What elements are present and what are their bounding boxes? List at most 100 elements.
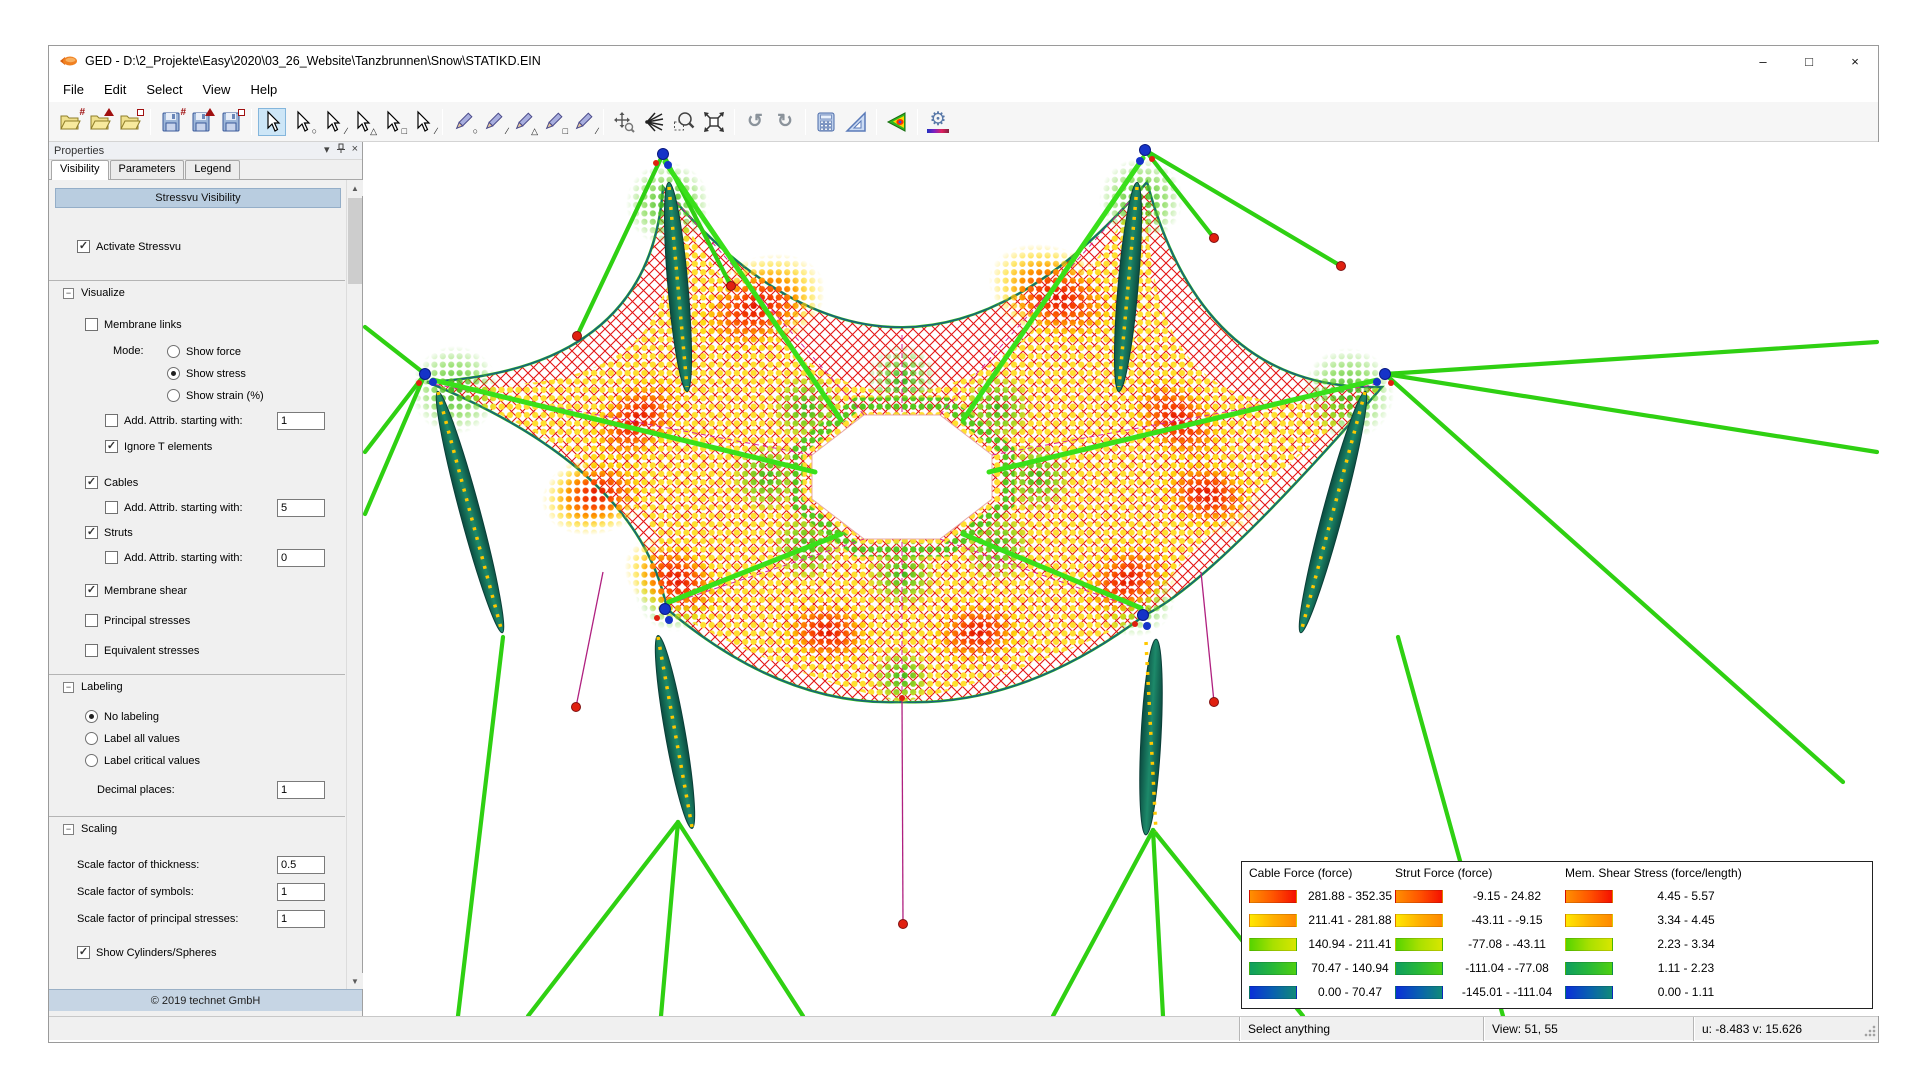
collapse-icon[interactable]: − <box>63 682 74 693</box>
legend-color-bar <box>1395 890 1443 903</box>
close-panel-icon[interactable]: × <box>352 143 358 156</box>
membrane-attrib-input[interactable] <box>277 412 325 430</box>
select-rectangle-button[interactable]: □ <box>378 108 406 136</box>
undo-icon: ↺ <box>747 112 763 131</box>
cables-add-attrib-checkbox[interactable]: Add. Attrib. starting with: <box>105 501 243 514</box>
scroll-up-icon[interactable]: ▲ <box>347 180 363 196</box>
menu-file[interactable]: File <box>53 78 94 101</box>
scroll-down-icon[interactable]: ▼ <box>347 973 363 989</box>
show-cylinders-checkbox[interactable]: ✓Show Cylinders/Spheres <box>77 946 216 959</box>
select-line-button[interactable]: ∕ <box>318 108 346 136</box>
radio-label-all[interactable]: Label all values <box>85 732 180 745</box>
menu-edit[interactable]: Edit <box>94 78 136 101</box>
symbols-input[interactable] <box>277 883 325 901</box>
calculator-button[interactable] <box>812 108 840 136</box>
draw-rectangle-button[interactable]: □ <box>539 108 567 136</box>
menu-help[interactable]: Help <box>240 78 287 101</box>
draw-triangle-button[interactable]: △ <box>509 108 537 136</box>
toolbar-separator <box>917 109 918 135</box>
cursor-icon <box>410 110 434 134</box>
cables-checkbox[interactable]: ✓Cables <box>85 476 138 489</box>
select-pick-button[interactable]: ∕ <box>408 108 436 136</box>
activate-stressvu-checkbox[interactable]: ✓Activate Stressvu <box>77 240 181 253</box>
panel-footer: © 2019 technet GmbH <box>49 989 362 1011</box>
save-points-button[interactable] <box>187 108 215 136</box>
set-square-button[interactable] <box>842 108 870 136</box>
menu-select[interactable]: Select <box>136 78 192 101</box>
panel-title-bar: Properties ▾ × <box>49 142 362 160</box>
select-triangle-button[interactable]: △ <box>348 108 376 136</box>
pin-icon[interactable] <box>336 143 346 154</box>
membrane-links-checkbox[interactable]: Membrane links <box>85 318 182 331</box>
radio-selected-icon <box>85 710 98 723</box>
scrollbar-thumb[interactable] <box>348 198 362 284</box>
stressvu-view-button[interactable] <box>883 108 911 136</box>
legend-column-title: Cable Force (force) <box>1249 866 1395 880</box>
radio-show-stress[interactable]: Show stress <box>167 367 246 380</box>
legend-color-bar <box>1395 962 1443 975</box>
open-mesh-button[interactable]: # <box>56 108 84 136</box>
undo-button[interactable]: ↺ <box>741 108 769 136</box>
principal-stresses-checkbox[interactable]: Principal stresses <box>85 614 190 627</box>
open-points-button[interactable] <box>86 108 114 136</box>
close-button[interactable]: × <box>1832 46 1878 76</box>
save-mesh-button[interactable]: # <box>157 108 185 136</box>
labeling-group[interactable]: −Labeling <box>63 681 123 693</box>
maximize-button[interactable]: □ <box>1786 46 1832 76</box>
model-viewport[interactable]: Cable Force (force) 281.88 - 352.35 211.… <box>363 142 1879 1016</box>
open-elements-button[interactable] <box>116 108 144 136</box>
radio-icon <box>85 754 98 767</box>
chevron-down-icon[interactable]: ▾ <box>324 143 330 156</box>
minimize-button[interactable]: – <box>1740 46 1786 76</box>
struts-add-attrib-checkbox[interactable]: Add. Attrib. starting with: <box>105 551 243 564</box>
hash-overlay-icon: # <box>180 108 186 118</box>
thickness-input[interactable] <box>277 856 325 874</box>
zoom-extents-button[interactable] <box>700 108 728 136</box>
draw-line-button[interactable]: ∕ <box>479 108 507 136</box>
line-suffix-icon: ∕ <box>506 127 508 136</box>
struts-attrib-input[interactable] <box>277 549 325 567</box>
radio-selected-icon <box>167 367 180 380</box>
resize-grip[interactable] <box>1864 1025 1876 1037</box>
decimal-places-input[interactable] <box>277 781 325 799</box>
stressvu-settings-button[interactable]: ⚙ <box>924 108 952 136</box>
visualize-group[interactable]: −Visualize <box>63 287 125 299</box>
status-bar: Select anything View: 51, 55 u: -8.483 v… <box>49 1016 1878 1040</box>
flash-rays-button[interactable] <box>640 108 668 136</box>
circle-suffix-icon: ○ <box>473 127 478 136</box>
checkbox-icon <box>85 614 98 627</box>
toolbar-separator <box>150 109 151 135</box>
pan-orbit-zoom-button[interactable] <box>610 108 638 136</box>
circle-suffix-icon: ○ <box>312 127 317 136</box>
legend-range: -145.01 - -111.04 <box>1451 985 1563 999</box>
membrane-shear-checkbox[interactable]: ✓Membrane shear <box>85 584 187 597</box>
collapse-icon[interactable]: − <box>63 824 74 835</box>
draw-pick-button[interactable]: ∕ <box>569 108 597 136</box>
cables-attrib-input[interactable] <box>277 499 325 517</box>
membrane-add-attrib-checkbox[interactable]: Add. Attrib. starting with: <box>105 414 243 427</box>
tab-parameters[interactable]: Parameters <box>110 160 185 179</box>
redo-button[interactable]: ↻ <box>771 108 799 136</box>
zoom-window-button[interactable] <box>670 108 698 136</box>
panel-scrollbar[interactable]: ▲ ▼ <box>346 180 362 989</box>
tab-legend[interactable]: Legend <box>185 160 240 179</box>
radio-no-labeling[interactable]: No labeling <box>85 710 159 723</box>
radio-show-strain[interactable]: Show strain (%) <box>167 389 264 402</box>
principal-scale-input[interactable] <box>277 910 325 928</box>
save-elements-button[interactable] <box>217 108 245 136</box>
panel-title: Properties <box>54 145 104 157</box>
ignore-t-checkbox[interactable]: ✓Ignore T elements <box>105 440 212 453</box>
struts-checkbox[interactable]: ✓Struts <box>85 526 133 539</box>
draw-circle-button[interactable]: ○ <box>449 108 477 136</box>
legend-range: 4.45 - 5.57 <box>1621 889 1751 903</box>
equivalent-stresses-checkbox[interactable]: Equivalent stresses <box>85 644 199 657</box>
tab-visibility[interactable]: Visibility <box>51 160 109 180</box>
collapse-icon[interactable]: − <box>63 288 74 299</box>
select-cursor-button[interactable] <box>258 108 286 136</box>
select-circle-button[interactable]: ○ <box>288 108 316 136</box>
menu-view[interactable]: View <box>193 78 241 101</box>
radio-label-critical[interactable]: Label critical values <box>85 754 200 767</box>
radio-show-force[interactable]: Show force <box>167 345 241 358</box>
toolbar-separator <box>734 109 735 135</box>
scaling-group[interactable]: −Scaling <box>63 823 117 835</box>
